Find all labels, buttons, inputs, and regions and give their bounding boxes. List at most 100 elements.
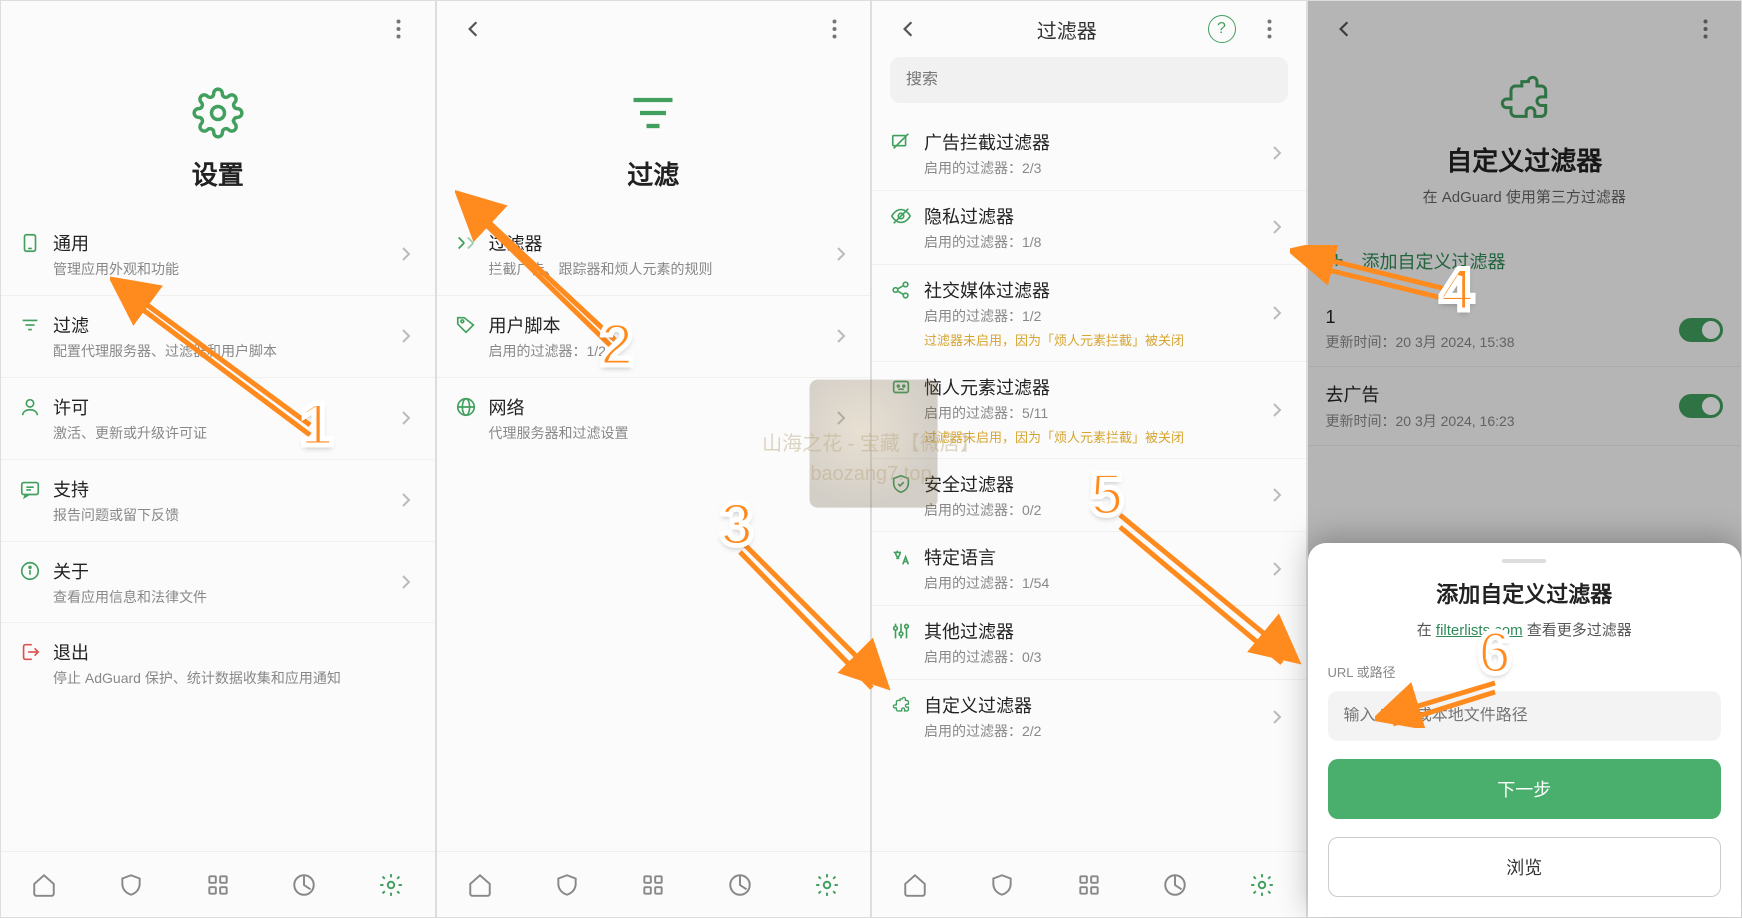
chevron-right-icon <box>830 246 852 262</box>
nav-home-icon[interactable] <box>437 852 524 917</box>
row-filters[interactable]: 过滤器拦截广告、跟踪器和烦人元素的规则 <box>437 214 871 296</box>
row-sub: 停止 AdGuard 保护、统计数据收集和应用通知 <box>53 669 417 688</box>
puzzle-icon <box>890 692 924 721</box>
chevron-right-icon <box>395 574 417 590</box>
row-title: 其他过滤器 <box>924 618 1266 644</box>
row-license[interactable]: 许可激活、更新或升级许可证 <box>1 378 435 460</box>
row-title: 用户脚本 <box>489 312 831 338</box>
row-other[interactable]: 其他过滤器启用的过滤器：0/3 <box>872 606 1306 680</box>
row-title: 隐私过滤器 <box>924 203 1266 229</box>
row-network[interactable]: 网络代理服务器和过滤设置 <box>437 378 871 459</box>
row-privacy[interactable]: 隐私过滤器启用的过滤器：1/8 <box>872 191 1306 265</box>
row-sub: 启用的过滤器：0/3 <box>924 648 1266 667</box>
row-sub: 拦截广告、跟踪器和烦人元素的规则 <box>489 260 831 279</box>
back-icon[interactable] <box>890 11 926 47</box>
row-title: 广告拦截过滤器 <box>924 129 1266 155</box>
shield-check-icon <box>890 471 924 500</box>
row-sub: 启用的过滤器：5/11 <box>924 404 1266 423</box>
row-filtering[interactable]: 过滤配置代理服务器、过滤器和用户脚本 <box>1 296 435 378</box>
top-bar: 过滤器 ? <box>872 1 1306 57</box>
nav-stats-icon[interactable] <box>1132 852 1219 917</box>
row-title: 退出 <box>53 639 417 665</box>
row-security[interactable]: 安全过滤器启用的过滤器：0/2 <box>872 459 1306 533</box>
nav-home-icon[interactable] <box>872 852 959 917</box>
more-menu-icon[interactable] <box>816 11 852 47</box>
row-title: 自定义过滤器 <box>924 692 1266 718</box>
more-menu-icon[interactable] <box>1252 11 1288 47</box>
search-input[interactable] <box>906 71 1272 89</box>
nav-home-icon[interactable] <box>1 852 88 917</box>
settings-list: 通用管理应用外观和功能 过滤配置代理服务器、过滤器和用户脚本 许可激活、更新或升… <box>1 214 435 704</box>
row-sub: 代理服务器和过滤设置 <box>489 424 831 443</box>
bottom-nav <box>437 851 871 917</box>
row-sub: 启用的过滤器：0/2 <box>924 501 1266 520</box>
row-title: 特定语言 <box>924 544 1266 570</box>
page-title: 过滤 <box>437 155 871 192</box>
nav-settings-icon[interactable] <box>783 852 870 917</box>
filterlists-link[interactable]: filterlists.com <box>1436 622 1523 639</box>
row-general[interactable]: 通用管理应用外观和功能 <box>1 214 435 296</box>
nav-shield-icon[interactable] <box>523 852 610 917</box>
chevron-right-icon <box>1266 305 1288 321</box>
add-filter-sheet: 添加自定义过滤器 在 filterlists.com 查看更多过滤器 URL 或… <box>1308 543 1742 917</box>
nav-shield-icon[interactable] <box>88 852 175 917</box>
nav-settings-icon[interactable] <box>348 852 435 917</box>
gear-icon <box>190 85 246 141</box>
row-title: 关于 <box>53 558 395 584</box>
url-input[interactable] <box>1344 707 1706 725</box>
row-ad-blocking[interactable]: 广告拦截过滤器启用的过滤器：2/3 <box>872 117 1306 191</box>
nav-settings-icon[interactable] <box>1219 852 1306 917</box>
row-language[interactable]: 特定语言启用的过滤器：1/54 <box>872 532 1306 606</box>
url-field[interactable] <box>1328 691 1722 741</box>
row-annoyances[interactable]: 恼人元素过滤器启用的过滤器：5/11过滤器未启用，因为「烦人元素拦截」被关闭 <box>872 362 1306 459</box>
sheet-hint: 在 filterlists.com 查看更多过滤器 <box>1328 619 1722 640</box>
search-box[interactable] <box>890 57 1288 103</box>
ad-block-icon <box>890 129 924 158</box>
row-support[interactable]: 支持报告问题或留下反馈 <box>1 460 435 542</box>
row-sub: 启用的过滤器：2/3 <box>924 159 1266 178</box>
bottom-nav <box>1 851 435 917</box>
chevron-right-icon <box>830 410 852 426</box>
row-title: 通用 <box>53 230 395 256</box>
row-sub: 启用的过滤器：1/2 <box>924 307 1266 326</box>
chevron-right-icon <box>1266 219 1288 235</box>
row-title: 安全过滤器 <box>924 471 1266 497</box>
chevron-right-icon <box>395 410 417 426</box>
nav-apps-icon[interactable] <box>1045 852 1132 917</box>
chevron-right-icon <box>1266 487 1288 503</box>
chevron-right-icon <box>1266 145 1288 161</box>
hero: 设置 <box>1 57 435 214</box>
support-icon <box>19 476 53 505</box>
sheet-grab-handle[interactable] <box>1502 559 1546 563</box>
row-title: 恼人元素过滤器 <box>924 374 1266 400</box>
info-icon <box>19 558 53 587</box>
nav-apps-icon[interactable] <box>610 852 697 917</box>
annoyance-icon <box>890 374 924 403</box>
row-title: 支持 <box>53 476 395 502</box>
row-about[interactable]: 关于查看应用信息和法律文件 <box>1 542 435 624</box>
row-social[interactable]: 社交媒体过滤器启用的过滤器：1/2过滤器未启用，因为「烦人元素拦截」被关闭 <box>872 265 1306 362</box>
field-label: URL 或路径 <box>1328 662 1722 681</box>
help-icon[interactable]: ? <box>1208 15 1236 43</box>
pane-custom-filters: 自定义过滤器 在 AdGuard 使用第三方过滤器 + 添加自定义过滤器 1 更… <box>1307 0 1742 918</box>
row-userscripts[interactable]: 用户脚本启用的过滤器：1/2 <box>437 296 871 378</box>
eye-off-icon <box>890 203 924 232</box>
filters-icon <box>455 230 489 259</box>
next-button[interactable]: 下一步 <box>1328 759 1722 819</box>
row-title: 许可 <box>53 394 395 420</box>
chevron-right-icon <box>1266 561 1288 577</box>
row-sub: 启用的过滤器：1/8 <box>924 233 1266 252</box>
browse-button[interactable]: 浏览 <box>1328 837 1722 897</box>
back-icon[interactable] <box>455 11 491 47</box>
nav-shield-icon[interactable] <box>959 852 1046 917</box>
pane-settings: 设置 通用管理应用外观和功能 过滤配置代理服务器、过滤器和用户脚本 许可激活、更… <box>0 0 436 918</box>
more-menu-icon[interactable] <box>381 11 417 47</box>
nav-apps-icon[interactable] <box>174 852 261 917</box>
bottom-nav <box>872 851 1306 917</box>
row-exit[interactable]: 退出停止 AdGuard 保护、统计数据收集和应用通知 <box>1 623 435 704</box>
chevron-right-icon <box>830 328 852 344</box>
nav-stats-icon[interactable] <box>261 852 348 917</box>
exit-icon <box>19 639 53 668</box>
nav-stats-icon[interactable] <box>697 852 784 917</box>
row-custom[interactable]: 自定义过滤器启用的过滤器：2/2 <box>872 680 1306 753</box>
